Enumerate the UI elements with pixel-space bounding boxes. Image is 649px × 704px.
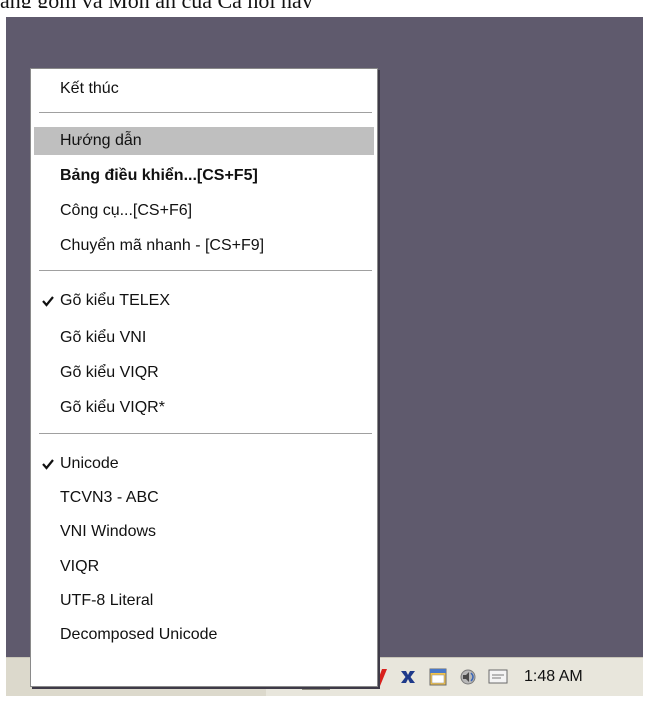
menu-item-viqr-star[interactable]: Gõ kiểu VIQR* [34, 394, 374, 422]
menu-separator [39, 270, 372, 272]
check-icon [41, 287, 55, 315]
menu-item-quick-convert[interactable]: Chuyển mã nhanh - [CS+F9] [34, 232, 374, 260]
page-caption: ạng gồm và Món ăn của Cá hồi này [0, 0, 649, 8]
menu-item-telex[interactable]: Gõ kiểu TELEX [34, 287, 374, 315]
menu-item-label: Gõ kiểu VNI [60, 329, 147, 346]
menu-item-label: Kết thúc [60, 80, 119, 97]
menu-item-exit[interactable]: Kết thúc [34, 75, 374, 103]
menu-item-help[interactable]: Hướng dẫn [34, 127, 374, 155]
menu-item-viqr[interactable]: Gõ kiểu VIQR [34, 359, 374, 387]
menu-item-tcvn3[interactable]: TCVN3 - ABC [34, 484, 374, 512]
check-icon [41, 450, 55, 478]
menu-item-label: UTF-8 Literal [60, 592, 154, 609]
menu-item-viqr-charset[interactable]: VIQR [34, 553, 374, 581]
menu-item-tools[interactable]: Công cụ...[CS+F6] [34, 197, 374, 225]
menu-item-label: Gõ kiểu VIQR [60, 364, 159, 381]
speaker-icon[interactable] [456, 665, 480, 689]
menu-item-label: Gõ kiểu TELEX [60, 292, 170, 309]
menu-item-utf8-literal[interactable]: UTF-8 Literal [34, 587, 374, 615]
menu-item-label: VNI Windows [60, 523, 157, 540]
context-menu: Kết thúc Hướng dẫn Bảng điều khiển...[CS… [30, 68, 378, 687]
menu-item-label: Gõ kiểu VIQR* [60, 399, 165, 416]
menu-separator [39, 112, 372, 114]
menu-separator [39, 433, 372, 435]
menu-item-label: Decomposed Unicode [60, 626, 218, 643]
menu-item-control-panel[interactable]: Bảng điều khiển...[CS+F5] [34, 162, 374, 190]
menu-item-unicode[interactable]: Unicode [34, 450, 374, 478]
menu-item-label: Công cụ...[CS+F6] [60, 202, 193, 219]
x-blue-icon[interactable] [396, 665, 420, 689]
window-icon[interactable] [426, 665, 450, 689]
menu-item-label: Unicode [60, 455, 119, 472]
menu-item-vni-windows[interactable]: VNI Windows [34, 518, 374, 546]
menu-item-label: Bảng điều khiển...[CS+F5] [60, 167, 258, 184]
menu-item-label: Chuyển mã nhanh - [CS+F9] [60, 237, 265, 254]
display-icon[interactable] [486, 665, 510, 689]
menu-item-label: TCVN3 - ABC [60, 489, 159, 506]
menu-item-label: VIQR [60, 558, 100, 575]
menu-item-label: Hướng dẫn [60, 132, 142, 149]
taskbar-clock[interactable]: 1:48 AM [524, 668, 583, 686]
menu-item-vni[interactable]: Gõ kiểu VNI [34, 324, 374, 352]
menu-item-decomposed-unicode[interactable]: Decomposed Unicode [34, 621, 374, 649]
